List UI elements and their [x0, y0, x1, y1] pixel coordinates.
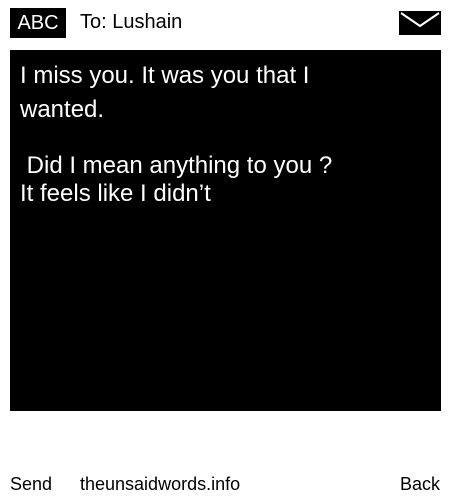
envelope-icon[interactable] — [399, 11, 441, 35]
recipient-label: To: Lushain — [80, 11, 183, 33]
message-line: wanted. — [20, 96, 105, 123]
message-header: ABC To: Lushain — [0, 0, 450, 46]
softkey-bar: Send theunsaidwords.info Back — [0, 470, 450, 498]
back-button[interactable]: Back — [400, 470, 440, 498]
send-button[interactable]: Send — [10, 470, 52, 498]
site-label: theunsaidwords.info — [80, 474, 241, 494]
message-line: It feels like I didn’t — [20, 180, 211, 207]
input-mode-badge[interactable]: ABC — [10, 8, 66, 38]
message-body[interactable]: I miss you. It was you that I wanted. Di… — [10, 50, 441, 411]
message-line: I miss you. It was you that I — [20, 62, 310, 89]
message-line: Did I mean anything to you ? — [20, 152, 333, 179]
